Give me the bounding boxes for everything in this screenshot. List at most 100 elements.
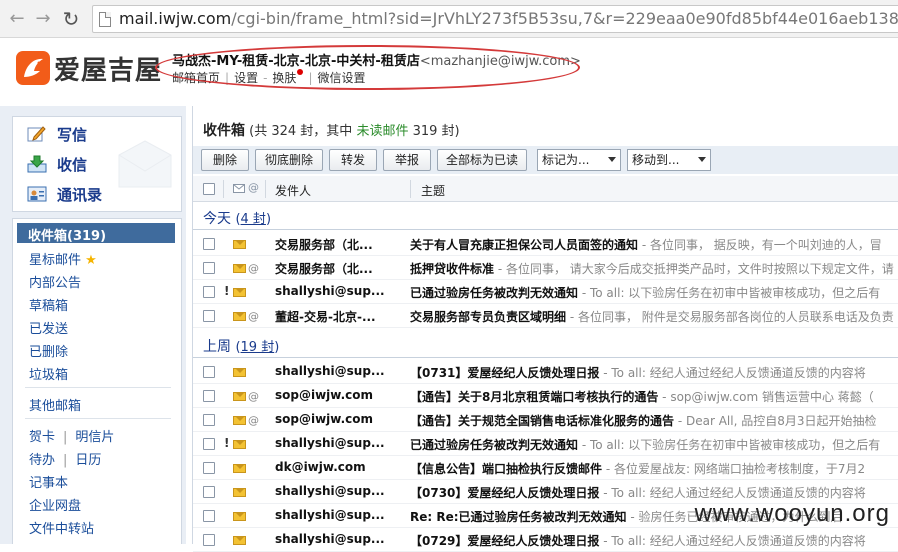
- app-notes[interactable]: 记事本: [29, 472, 68, 491]
- folder-deleted[interactable]: 已删除: [29, 341, 68, 360]
- envelope-icon: [233, 264, 246, 273]
- folder-summary: 收件箱 (共 324 封，其中 未读邮件 319 封): [203, 120, 460, 140]
- delete-button[interactable]: 删除: [201, 149, 249, 171]
- row-checkbox[interactable]: [203, 390, 215, 402]
- row-subject[interactable]: 已通过验房任务被改判无效通知 - To all: 以下验房任务在初审中皆被审核成…: [410, 284, 880, 301]
- row-checkbox[interactable]: [203, 414, 215, 426]
- folder-spam[interactable]: 垃圾箱: [29, 364, 68, 383]
- important-icon: !: [224, 284, 230, 298]
- quick-actions: 写信 收信 通讯录: [12, 116, 182, 212]
- table-row[interactable]: 交易服务部（北... 关于有人冒充康正担保公司人员面签的通知 - 各位同事， 据反…: [193, 232, 898, 256]
- envelope-icon: [233, 512, 246, 521]
- app-postcard[interactable]: 明信片: [75, 430, 114, 445]
- app-net-disk[interactable]: 企业网盘: [29, 495, 81, 514]
- row-subject[interactable]: 【0730】爱屋经纪人反馈处理日报 - To all: 经纪人通过经纪人反馈通道…: [410, 484, 866, 501]
- annotation-red-oval: [155, 45, 580, 90]
- attachment-column-icon: @: [248, 181, 259, 194]
- row-checkbox[interactable]: [203, 310, 215, 322]
- row-subject[interactable]: 【通告】关于8月北京租赁端口考核执行的通告 - sop@iwjw.com 销售运…: [410, 388, 874, 405]
- contacts-button[interactable]: 通讯录: [27, 183, 102, 205]
- logo-text: 爱屋吉屋: [54, 55, 163, 86]
- forward-button[interactable]: 转发: [329, 149, 377, 171]
- page-icon: [99, 12, 111, 27]
- compose-button[interactable]: 写信: [27, 123, 87, 145]
- mark-all-read-button[interactable]: 全部标为已读: [437, 149, 527, 171]
- group-count[interactable]: (4 封): [235, 212, 271, 227]
- envelope-icon: [233, 392, 246, 401]
- group-header: 今天 (4 封): [203, 208, 271, 228]
- subject-text: 【信息公告】端口抽检执行反馈邮件: [410, 462, 603, 476]
- folder-announcements[interactable]: 内部公告: [29, 272, 81, 291]
- table-row[interactable]: ! shallyshi@sup... 已通过验房任务被改判无效通知 - To all…: [193, 280, 898, 304]
- table-row[interactable]: dk@iwjw.com 【信息公告】端口抽检执行反馈邮件 - 各位爱屋战友: 网络…: [193, 456, 898, 480]
- reload-icon[interactable]: ↻: [60, 8, 82, 30]
- address-bar[interactable]: mail.iwjw.com/cgi-bin/frame_html?sid=JrV…: [92, 5, 898, 33]
- subject-text: 【0731】爱屋经纪人反馈处理日报: [410, 366, 600, 380]
- report-button[interactable]: 举报: [383, 149, 431, 171]
- folder-other-mailboxes[interactable]: 其他邮箱: [29, 395, 81, 414]
- unread-link[interactable]: 未读邮件: [356, 124, 408, 139]
- table-row[interactable]: shallyshi@sup... 【0731】爱屋经纪人反馈处理日报 - To a…: [193, 360, 898, 384]
- receive-button[interactable]: 收信: [27, 153, 87, 175]
- row-sender: shallyshi@sup...: [275, 508, 385, 522]
- row-checkbox[interactable]: [203, 510, 215, 522]
- row-sender: shallyshi@sup...: [275, 284, 385, 298]
- row-subject[interactable]: 已通过验房任务被改判无效通知 - To all: 以下验房任务在初审中皆被审核成…: [410, 436, 880, 453]
- row-checkbox[interactable]: [203, 486, 215, 498]
- app-todo[interactable]: 待办: [29, 453, 55, 468]
- column-from[interactable]: 发件人: [275, 182, 311, 199]
- purge-button[interactable]: 彻底删除: [255, 149, 323, 171]
- folder-sent[interactable]: 已发送: [29, 318, 68, 337]
- row-preview: - To all: 以下验房任务在初审中皆被审核成功，但之后有: [578, 286, 881, 300]
- table-row[interactable]: @ 董超-交易-北京-... 交易服务部专员负责区域明细 - 各位同事， 附件是交易…: [193, 304, 898, 328]
- row-sender: 交易服务部（北...: [275, 262, 373, 276]
- column-header: @ 发件人 主题: [193, 176, 898, 202]
- row-checkbox[interactable]: [203, 462, 215, 474]
- row-checkbox[interactable]: [203, 534, 215, 546]
- group-label: 今天: [203, 211, 231, 227]
- select-all-checkbox[interactable]: [203, 183, 215, 195]
- table-row[interactable]: @ 交易服务部（北... 抵押贷收件标准 - 各位同事， 请大家今后成交抵押类产品时…: [193, 256, 898, 280]
- forward-arrow-icon[interactable]: →: [32, 8, 54, 30]
- row-sender: sop@iwjw.com: [275, 388, 374, 402]
- row-subject[interactable]: 【通告】关于规范全国销售电话标准化服务的通告 - Dear All, 品控自8月…: [410, 412, 876, 429]
- row-subject[interactable]: 【0731】爱屋经纪人反馈处理日报 - To all: 经纪人通过经纪人反馈通道…: [410, 364, 866, 381]
- table-row[interactable]: @ sop@iwjw.com 【通告】关于规范全国销售电话标准化服务的通告 - De…: [193, 408, 898, 432]
- important-icon: !: [224, 436, 230, 450]
- row-subject[interactable]: 【0729】爱屋经纪人反馈处理日报 - To all: 经纪人通过经纪人反馈通道…: [410, 532, 866, 549]
- folder-inbox[interactable]: 收件箱(319): [17, 223, 175, 244]
- column-divider: [223, 180, 224, 198]
- back-arrow-icon[interactable]: ←: [6, 8, 28, 30]
- count-value: 19 封: [240, 340, 275, 355]
- folder-drafts[interactable]: 草稿箱: [29, 295, 68, 314]
- subject-text: 【0730】爱屋经纪人反馈处理日报: [410, 486, 600, 500]
- mark-as-select[interactable]: 标记为...: [537, 149, 621, 171]
- column-divider: [265, 180, 266, 198]
- group-header: 上周 (19 封): [203, 336, 279, 356]
- move-to-select[interactable]: 移动到...: [627, 149, 711, 171]
- row-preview: - 各位同事， 据反映，有一个叫刘迪的人，冒: [638, 238, 882, 252]
- row-checkbox[interactable]: [203, 262, 215, 274]
- row-subject[interactable]: 抵押贷收件标准 - 各位同事， 请大家今后成交抵押类产品时，文件时按照以下规定文…: [410, 260, 894, 277]
- column-subject[interactable]: 主题: [421, 182, 445, 199]
- logo[interactable]: 爱屋吉屋: [16, 50, 162, 86]
- app-greeting-card[interactable]: 贺卡: [29, 430, 55, 445]
- row-checkbox[interactable]: [203, 238, 215, 250]
- row-checkbox[interactable]: [203, 286, 215, 298]
- group-count[interactable]: (19 封): [235, 340, 279, 355]
- subject-text: 【通告】关于规范全国销售电话标准化服务的通告: [410, 414, 675, 428]
- envelope-icon: [233, 240, 246, 249]
- app-file-transfer[interactable]: 文件中转站: [29, 518, 94, 537]
- row-subject[interactable]: 关于有人冒充康正担保公司人员面签的通知 - 各位同事， 据反映，有一个叫刘迪的人…: [410, 236, 882, 253]
- table-row[interactable]: @ sop@iwjw.com 【通告】关于8月北京租赁端口考核执行的通告 - sop…: [193, 384, 898, 408]
- row-sender: shallyshi@sup...: [275, 484, 385, 498]
- row-preview: - Dear All, 品控自8月3日起开始抽检: [674, 414, 877, 428]
- row-subject[interactable]: 【信息公告】端口抽检执行反馈邮件 - 各位爱屋战友: 网络端口抽检考核制度，于7…: [410, 460, 865, 477]
- app-calendar[interactable]: 日历: [75, 453, 101, 468]
- row-subject[interactable]: 交易服务部专员负责区域明细 - 各位同事， 附件是交易服务部各岗位的人员联系电话…: [410, 308, 894, 325]
- row-checkbox[interactable]: [203, 438, 215, 450]
- table-row[interactable]: ! shallyshi@sup... 已通过验房任务被改判无效通知 - To all…: [193, 432, 898, 456]
- table-row[interactable]: shallyshi@sup... 【0729】爱屋经纪人反馈处理日报 - To a…: [193, 528, 898, 552]
- row-checkbox[interactable]: [203, 366, 215, 378]
- folder-starred[interactable]: 星标邮件 ★: [29, 249, 97, 268]
